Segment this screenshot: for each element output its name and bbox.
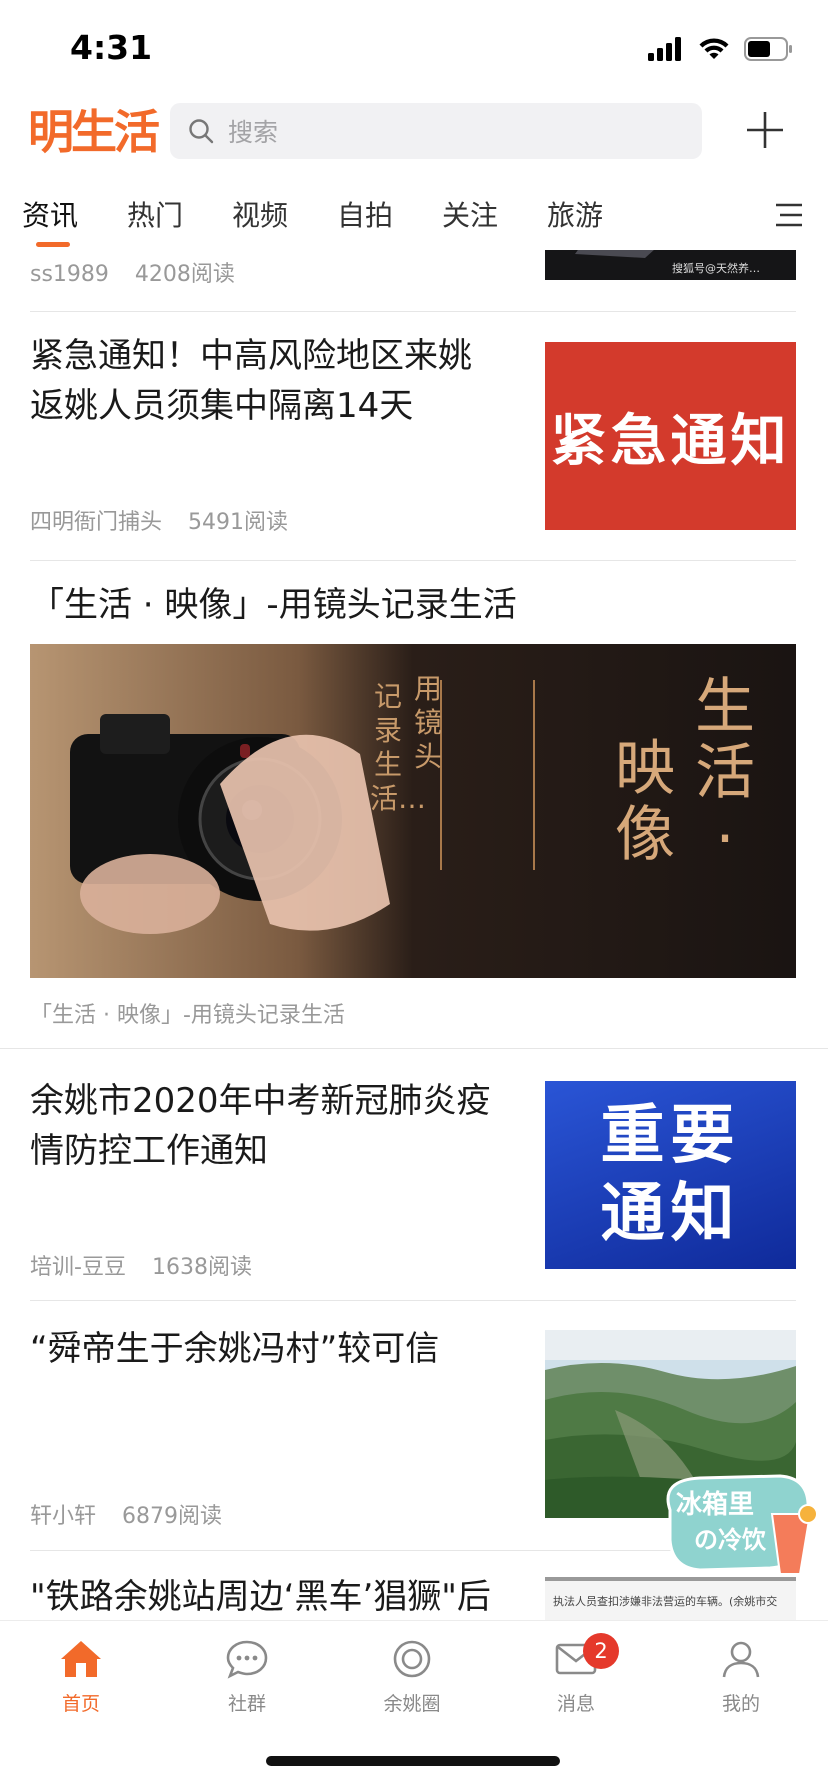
tab-travel[interactable]: 旅游 bbox=[547, 194, 603, 234]
divider bbox=[30, 560, 796, 561]
item-thumbnail: 重要 通知 bbox=[545, 1081, 796, 1269]
item-reads: 6879阅读 bbox=[122, 1504, 223, 1529]
category-tabs: 资讯 热门 视频 自拍 关注 旅游 bbox=[0, 180, 828, 250]
banner-title: 「生活 · 映像」-用镜头记录生活 bbox=[30, 585, 517, 625]
battery-icon bbox=[744, 37, 792, 61]
item-meta: 轩小轩 6879阅读 bbox=[30, 1498, 222, 1530]
item-thumbnail: 执法人员查扣涉嫌非法营运的车辆。(余姚市交 bbox=[545, 1577, 796, 1620]
app-logo[interactable]: 明生活 bbox=[28, 102, 160, 162]
item-reads: 4208阅读 bbox=[134, 262, 235, 287]
search-placeholder: 搜索 bbox=[228, 118, 279, 147]
banner-image-col-1: 用镜头 bbox=[413, 672, 442, 773]
nav-home[interactable]: 首页 bbox=[26, 1639, 136, 1716]
banner-image-col-2: 记录生活… bbox=[370, 680, 427, 815]
item-title: “舜帝生于余姚冯村”较可信 bbox=[30, 1329, 440, 1369]
sticker-text-line1: 冰箱里 bbox=[676, 1490, 755, 1520]
item-thumbnail: 紧急通知 bbox=[545, 342, 796, 530]
status-bar: 4:31 bbox=[0, 0, 828, 100]
item-meta: 四明衙门捕头 5491阅读 bbox=[30, 504, 288, 536]
divider bbox=[30, 1300, 796, 1301]
person-icon bbox=[722, 1641, 760, 1678]
floating-promo-sticker[interactable]: 冰箱里 の冷饮 bbox=[660, 1470, 820, 1580]
tab-news[interactable]: 资讯 bbox=[22, 194, 78, 234]
nav-community[interactable]: 社群 bbox=[192, 1639, 302, 1716]
item-meta: 培训-豆豆 1638阅读 bbox=[30, 1249, 252, 1281]
chat-bubble-icon bbox=[226, 1640, 268, 1679]
banner-caption: 「生活 · 映像」-用镜头记录生活 bbox=[30, 1003, 345, 1028]
plus-icon bbox=[747, 112, 783, 148]
home-indicator bbox=[266, 1756, 560, 1766]
nav-label: 首页 bbox=[61, 1693, 100, 1715]
wifi-icon bbox=[699, 38, 729, 59]
unread-badge: 2 bbox=[583, 1633, 619, 1669]
nav-profile[interactable]: 我的 bbox=[686, 1639, 796, 1716]
menu-icon[interactable] bbox=[774, 202, 804, 228]
tab-following[interactable]: 关注 bbox=[442, 194, 498, 234]
header: 明生活 搜索 bbox=[0, 100, 828, 176]
status-time: 4:31 bbox=[70, 28, 153, 67]
nav-label: 余姚圈 bbox=[383, 1693, 441, 1715]
bottom-nav: 首页 社群 余姚圈 消息 2 我的 bbox=[0, 1620, 828, 1792]
item-author: 培训-豆豆 bbox=[30, 1255, 126, 1280]
active-tab-indicator bbox=[36, 242, 70, 247]
item-reads: 1638阅读 bbox=[151, 1255, 252, 1280]
nav-label: 我的 bbox=[721, 1693, 760, 1715]
item-title: 紧急通知！中高风险地区来姚返姚人员须集中隔离14天 bbox=[30, 336, 472, 426]
thumb-text-line2: 通知 bbox=[600, 1177, 741, 1251]
home-icon bbox=[61, 1641, 101, 1677]
nav-yuyao-circle[interactable]: 余姚圈 bbox=[357, 1639, 467, 1716]
search-input[interactable]: 搜索 bbox=[170, 103, 702, 159]
nav-label: 社群 bbox=[227, 1693, 266, 1715]
status-icons bbox=[648, 34, 794, 64]
divider bbox=[0, 1048, 828, 1049]
circle-icon bbox=[393, 1640, 431, 1678]
item-meta: ss1989 4208阅读 bbox=[30, 256, 235, 288]
divider bbox=[30, 311, 796, 312]
nav-messages[interactable]: 消息 2 bbox=[521, 1633, 631, 1716]
thumb-text: 紧急通知 bbox=[550, 408, 791, 474]
thumb-text-line1: 重要 bbox=[600, 1099, 741, 1173]
tab-selfie[interactable]: 自拍 bbox=[337, 194, 393, 234]
banner-image-big-1: 生活· bbox=[695, 672, 755, 874]
tab-hot[interactable]: 热门 bbox=[127, 194, 183, 234]
item-author: 轩小轩 bbox=[30, 1504, 97, 1529]
item-title: 余姚市2020年中考新冠肺炎疫情防控工作通知 bbox=[30, 1081, 491, 1171]
add-post-button[interactable] bbox=[735, 100, 795, 160]
item-title: "铁路余姚站周边‘黑车’猖獗"后 bbox=[30, 1577, 491, 1617]
banner-image: 用镜头 记录生活… 生活· 映像 bbox=[30, 644, 796, 978]
search-icon bbox=[189, 119, 214, 144]
item-reads: 5491阅读 bbox=[188, 510, 289, 535]
nav-label: 消息 bbox=[556, 1693, 595, 1715]
thumb-caption: 搜狐号@天然养… bbox=[672, 262, 760, 275]
cellular-signal-icon bbox=[648, 37, 681, 61]
thumb-caption: 执法人员查扣涉嫌非法营运的车辆。(余姚市交 bbox=[553, 1595, 778, 1608]
item-author: ss1989 bbox=[30, 262, 109, 287]
sticker-text-line2: の冷饮 bbox=[694, 1526, 766, 1554]
item-author: 四明衙门捕头 bbox=[30, 510, 163, 535]
tab-video[interactable]: 视频 bbox=[232, 194, 288, 234]
banner-image-big-2: 映像 bbox=[615, 734, 675, 870]
